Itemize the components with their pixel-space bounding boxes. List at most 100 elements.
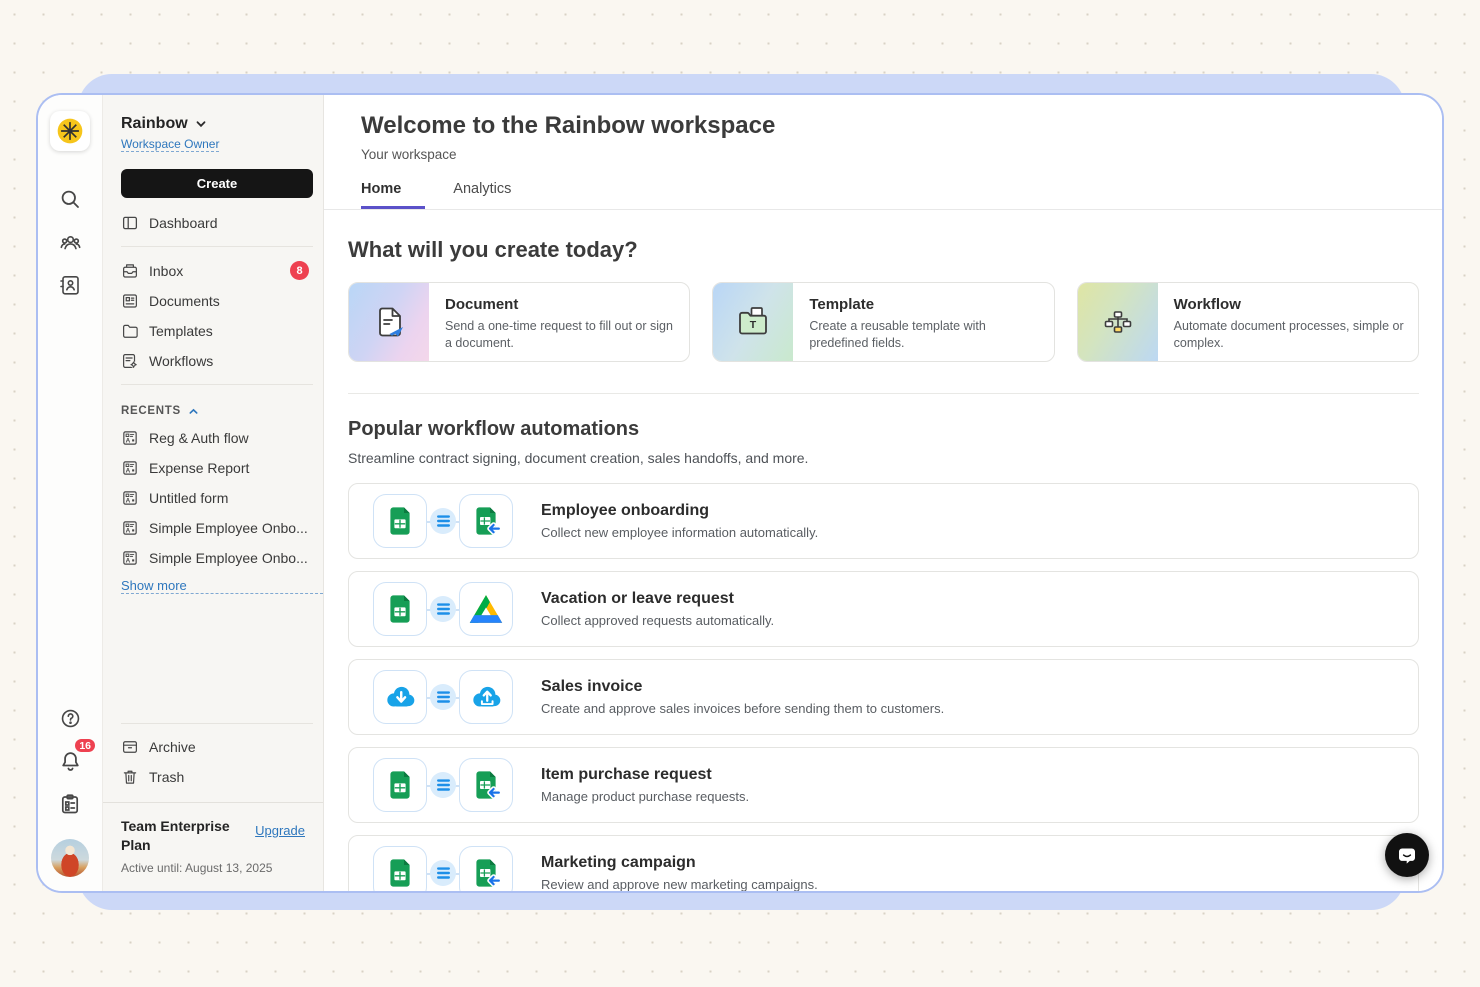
- connection-icon: [430, 860, 456, 886]
- automation-row-item-purchase[interactable]: Item purchase request Manage product pur…: [348, 747, 1419, 823]
- sidebar-item-trash[interactable]: Trash: [103, 762, 323, 792]
- page-title: Welcome to the Rainbow workspace: [361, 112, 1442, 140]
- cloud-download-icon: [382, 681, 418, 714]
- tab-home[interactable]: Home: [361, 181, 425, 209]
- integration-tile: [373, 670, 427, 724]
- sidebar-divider: [121, 723, 313, 724]
- card-description: Create a reusable template with predefin…: [809, 318, 1041, 351]
- help-button[interactable]: [50, 698, 90, 738]
- automation-description: Collect new employee information automat…: [541, 525, 818, 540]
- sidebar-item-workflows[interactable]: Workflows: [103, 346, 323, 376]
- inbox-icon: [121, 262, 139, 280]
- sidebar-item-label: Templates: [149, 323, 213, 339]
- sidebar-item-documents[interactable]: Documents: [103, 286, 323, 316]
- card-description: Automate document processes, simple or c…: [1174, 318, 1406, 351]
- card-art: [349, 283, 429, 361]
- recent-item-label: Reg & Auth flow: [149, 430, 249, 446]
- signnow-doc-icon: [470, 857, 502, 889]
- recent-item-label: Simple Employee Onbo...: [149, 550, 308, 566]
- recents-toggle[interactable]: RECENTS: [103, 393, 323, 423]
- form-doc-icon: [121, 549, 139, 567]
- recent-item[interactable]: Expense Report: [103, 453, 323, 483]
- notifications-button[interactable]: 16: [50, 741, 90, 781]
- sidebar-item-archive[interactable]: Archive: [103, 732, 323, 762]
- card-art: [1078, 283, 1158, 361]
- rail-bottom: 16: [50, 698, 90, 877]
- google-sheets-icon: [384, 769, 416, 801]
- upgrade-link[interactable]: Upgrade: [255, 823, 305, 838]
- user-avatar[interactable]: [51, 839, 89, 877]
- sidebar-item-dashboard[interactable]: Dashboard: [103, 208, 323, 238]
- chat-launcher-button[interactable]: [1385, 833, 1429, 877]
- teams-icon: [58, 230, 83, 255]
- clipboard-icon: [58, 792, 82, 816]
- search-button[interactable]: [50, 179, 90, 219]
- automations-heading: Popular workflow automations: [348, 418, 1419, 441]
- integration-tile: [459, 582, 513, 636]
- automation-description: Create and approve sales invoices before…: [541, 701, 944, 716]
- workspace-name: Rainbow: [121, 115, 188, 133]
- integration-tile: [373, 846, 427, 891]
- automation-row-marketing-campaign[interactable]: Marketing campaign Review and approve ne…: [348, 835, 1419, 891]
- connection-icon: [430, 684, 456, 710]
- automation-description: Manage product purchase requests.: [541, 789, 749, 804]
- workspace-role-link[interactable]: Workspace Owner: [121, 137, 219, 152]
- signnow-doc-icon: [470, 769, 502, 801]
- recent-item[interactable]: Untitled form: [103, 483, 323, 513]
- chevron-down-icon: [195, 118, 207, 130]
- automation-title: Vacation or leave request: [541, 590, 774, 608]
- main-content: What will you create today? Document Sen: [324, 210, 1442, 891]
- sidebar-item-templates[interactable]: Templates: [103, 316, 323, 346]
- automation-row-sales-invoice[interactable]: Sales invoice Create and approve sales i…: [348, 659, 1419, 735]
- create-template-card[interactable]: T Template Create a reusable template wi…: [712, 282, 1054, 362]
- workspace-logo[interactable]: [50, 111, 90, 151]
- integration-tile: [459, 758, 513, 812]
- automation-row-employee-onboarding[interactable]: Employee onboarding Collect new employee…: [348, 483, 1419, 559]
- recent-item-label: Untitled form: [149, 490, 228, 506]
- workspace-switcher[interactable]: Rainbow: [121, 115, 305, 133]
- card-title: Document: [445, 296, 677, 313]
- cloud-upload-icon: [468, 681, 504, 714]
- tab-bar: Home Analytics: [361, 181, 1442, 209]
- notification-badge: 16: [73, 737, 97, 754]
- integration-pair: [373, 670, 513, 724]
- signnow-doc-icon: [470, 505, 502, 537]
- integration-pair: [373, 758, 513, 812]
- dashboard-icon: [121, 214, 139, 232]
- connection-icon: [430, 508, 456, 534]
- flowchart-icon: [1100, 304, 1136, 340]
- connection-icon: [430, 772, 456, 798]
- form-doc-icon: [121, 519, 139, 537]
- card-art: T: [713, 283, 793, 361]
- help-icon: [59, 707, 82, 730]
- create-cards: Document Send a one-time request to fill…: [348, 282, 1419, 362]
- sidebar-item-label: Workflows: [149, 353, 213, 369]
- recent-item[interactable]: Simple Employee Onbo...: [103, 513, 323, 543]
- create-button[interactable]: Create: [121, 169, 313, 198]
- recent-item[interactable]: Simple Employee Onbo...: [103, 543, 323, 573]
- integration-tile: [459, 670, 513, 724]
- plan-panel: Team Enterprise Plan Upgrade Active unti…: [103, 802, 323, 891]
- sidebar-item-inbox[interactable]: Inbox 8: [103, 255, 323, 286]
- recent-item[interactable]: Reg & Auth flow: [103, 423, 323, 453]
- contacts-button[interactable]: [50, 265, 90, 305]
- workspace-header: Rainbow Workspace Owner: [103, 115, 323, 153]
- tasks-button[interactable]: [50, 784, 90, 824]
- automation-row-vacation-request[interactable]: Vacation or leave request Collect approv…: [348, 571, 1419, 647]
- integration-pair: [373, 846, 513, 891]
- main-header: Welcome to the Rainbow workspace Your wo…: [324, 95, 1442, 210]
- create-document-card[interactable]: Document Send a one-time request to fill…: [348, 282, 690, 362]
- asterisk-logo-icon: [53, 114, 87, 148]
- teams-button[interactable]: [50, 222, 90, 262]
- tab-analytics[interactable]: Analytics: [453, 181, 511, 209]
- automation-title: Employee onboarding: [541, 502, 818, 520]
- card-title: Template: [809, 296, 1041, 313]
- create-workflow-card[interactable]: Workflow Automate document processes, si…: [1077, 282, 1419, 362]
- sidebar: Rainbow Workspace Owner Create Dashboard…: [102, 95, 324, 891]
- google-sheets-icon: [384, 593, 416, 625]
- sidebar-item-label: Dashboard: [149, 215, 218, 231]
- section-divider: [348, 393, 1419, 394]
- show-more-link[interactable]: Show more: [121, 578, 323, 594]
- plan-name: Team Enterprise Plan: [121, 817, 241, 855]
- page-subtitle: Your workspace: [361, 147, 1442, 162]
